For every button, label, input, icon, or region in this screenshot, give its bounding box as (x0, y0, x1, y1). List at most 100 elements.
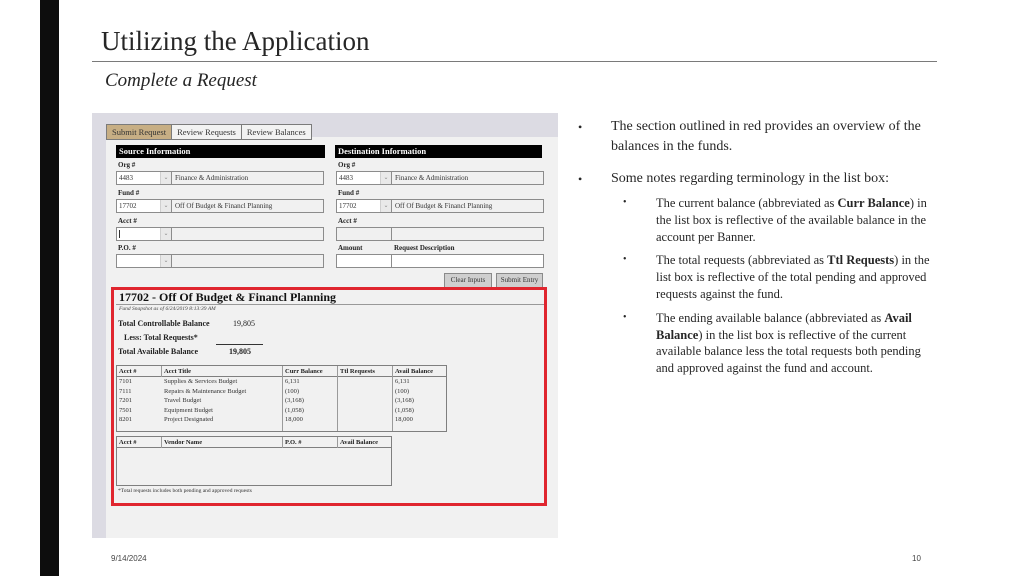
dest-org-select[interactable]: 4483 ⌄ (336, 171, 392, 185)
col-curr-balance: Curr Balance (285, 368, 323, 375)
accounts-list-box[interactable]: Acct # Acct Title Curr Balance Ttl Reque… (116, 365, 447, 432)
dest-acct-select[interactable] (336, 227, 392, 241)
total-underline (216, 344, 263, 345)
po-list-header: Acct # Vendor Name P.O. # Avail Balance (117, 437, 391, 448)
dest-fund-description: Off Of Budget & Financl Planning (391, 199, 544, 213)
sub-bullet-text: The total requests (abbreviated as (656, 253, 828, 268)
dest-fund-select[interactable]: 17702 ⌄ (336, 199, 392, 213)
submit-entry-button[interactable]: Submit Entry (496, 273, 543, 288)
chevron-down-icon[interactable]: ⌄ (160, 228, 171, 240)
source-po-description (171, 254, 324, 268)
source-fund-select[interactable]: 17702 ⌄ (116, 199, 172, 213)
tab-submit-request[interactable]: Submit Request (106, 124, 173, 140)
fund-snapshot-timestamp: Fund Snapshot as of 6/24/2019 8:13:39 AM (119, 306, 216, 312)
source-po-select[interactable]: ⌄ (116, 254, 172, 268)
table-cell: 7201 (119, 397, 132, 404)
table-cell: 18,000 (395, 416, 413, 423)
dest-fund-value: 17702 (339, 202, 357, 210)
col-po-number: P.O. # (285, 439, 302, 446)
bullet-icon: • (623, 254, 627, 266)
dest-acct-description (391, 227, 544, 241)
column-divider (392, 366, 393, 431)
source-acct-label: Acct # (118, 217, 137, 225)
chevron-down-icon[interactable]: ⌄ (160, 172, 171, 184)
column-divider (337, 437, 338, 448)
tab-review-balances[interactable]: Review Balances (240, 124, 312, 140)
col-ttl-requests: Ttl Requests (340, 368, 375, 375)
request-description-input[interactable] (391, 254, 544, 268)
fund-title-divider (116, 304, 544, 305)
chevron-down-icon[interactable]: ⌄ (380, 172, 391, 184)
less-total-requests-label: Less: Total Requests* (124, 333, 198, 342)
destination-information-header: Destination Information (335, 145, 542, 158)
table-cell: (1,058) (285, 406, 304, 414)
table-cell: (3,168) (285, 397, 304, 404)
table-cell: 7111 (119, 387, 132, 395)
table-cell: Equipment Budget (164, 406, 213, 414)
clear-inputs-button[interactable]: Clear Inputs (444, 273, 492, 288)
total-available-label: Total Available Balance (118, 347, 199, 356)
page-number: 10 (912, 554, 921, 563)
table-cell: 18,000 (285, 416, 303, 423)
dest-org-value: 4483 (339, 174, 353, 182)
dest-org-description: Finance & Administration (391, 171, 544, 185)
source-org-label: Org # (118, 161, 136, 169)
bullet-icon: • (623, 311, 627, 323)
sub-bullet-text: The ending available balance (abbreviate… (656, 310, 885, 325)
title-divider (92, 61, 937, 62)
term-curr-balance: Curr Balance (837, 196, 910, 210)
source-acct-select[interactable]: ⌄ (116, 227, 172, 241)
chevron-down-icon[interactable]: ⌄ (160, 200, 171, 212)
table-cell: (1,058) (395, 406, 414, 414)
table-cell: 7501 (119, 406, 132, 414)
dest-org-label: Org # (338, 161, 356, 169)
col-avail-balance: Avail Balance (395, 368, 433, 375)
amount-label: Amount (338, 244, 363, 252)
col-acct-number: Acct # (119, 439, 137, 446)
bullet-item: • Some notes regarding terminology in the… (578, 169, 938, 189)
chevron-down-icon[interactable]: ⌄ (380, 200, 391, 212)
column-divider (282, 437, 283, 448)
chevron-down-icon[interactable]: ⌄ (160, 255, 171, 267)
table-cell: Project Designated (164, 416, 214, 423)
bullet-icon: • (578, 172, 583, 186)
column-divider (337, 366, 338, 431)
col-vendor-name: Vendor Name (164, 439, 203, 446)
col-avail-balance: Avail Balance (340, 439, 378, 446)
column-divider (161, 366, 162, 377)
amount-input[interactable] (336, 254, 392, 268)
column-divider (282, 366, 283, 431)
tab-review-requests[interactable]: Review Requests (171, 124, 242, 140)
sub-bullet-text: The current balance (abbreviated as (656, 196, 838, 210)
table-cell: 7101 (119, 378, 132, 385)
sub-bullet-item: • The total requests (abbreviated as Ttl … (578, 252, 938, 302)
bullet-list: • The section outlined in red provides an… (578, 117, 938, 384)
dest-fund-label: Fund # (338, 189, 360, 197)
bullet-item: • The section outlined in red provides an… (578, 117, 938, 157)
table-cell: (100) (285, 387, 300, 395)
table-cell: Repairs & Maintenance Budget (164, 387, 247, 395)
table-cell: (100) (395, 387, 410, 395)
table-cell: Supplies & Services Budget (164, 378, 238, 385)
table-cell: 8201 (119, 416, 132, 423)
bullet-icon: • (578, 120, 583, 134)
po-list-box[interactable]: Acct # Vendor Name P.O. # Avail Balance (116, 436, 392, 486)
fund-overview-title: 17702 - Off Of Budget & Financl Planning (119, 290, 337, 304)
footer-date: 9/14/2024 (111, 554, 147, 563)
bullet-icon: • (623, 197, 627, 208)
sub-bullet-item: • The current balance (abbreviated as Cur… (578, 195, 938, 245)
col-acct-title: Acct Title (164, 368, 192, 375)
col-acct-number: Acct # (119, 368, 137, 375)
total-controllable-value: 19,805 (233, 319, 255, 328)
total-available-value: 19,805 (229, 347, 251, 356)
total-controllable-label: Total Controllable Balance (118, 319, 210, 328)
term-ttl-requests: Ttl Requests (827, 253, 895, 268)
source-fund-label: Fund # (118, 189, 140, 197)
left-accent-bar (40, 0, 59, 576)
source-acct-description (171, 227, 324, 241)
source-po-label: P.O. # (118, 244, 136, 252)
source-org-select[interactable]: 4483 ⌄ (116, 171, 172, 185)
table-cell: 6,131 (285, 378, 300, 385)
source-org-value: 4483 (119, 174, 133, 182)
request-description-label: Request Description (394, 244, 455, 252)
